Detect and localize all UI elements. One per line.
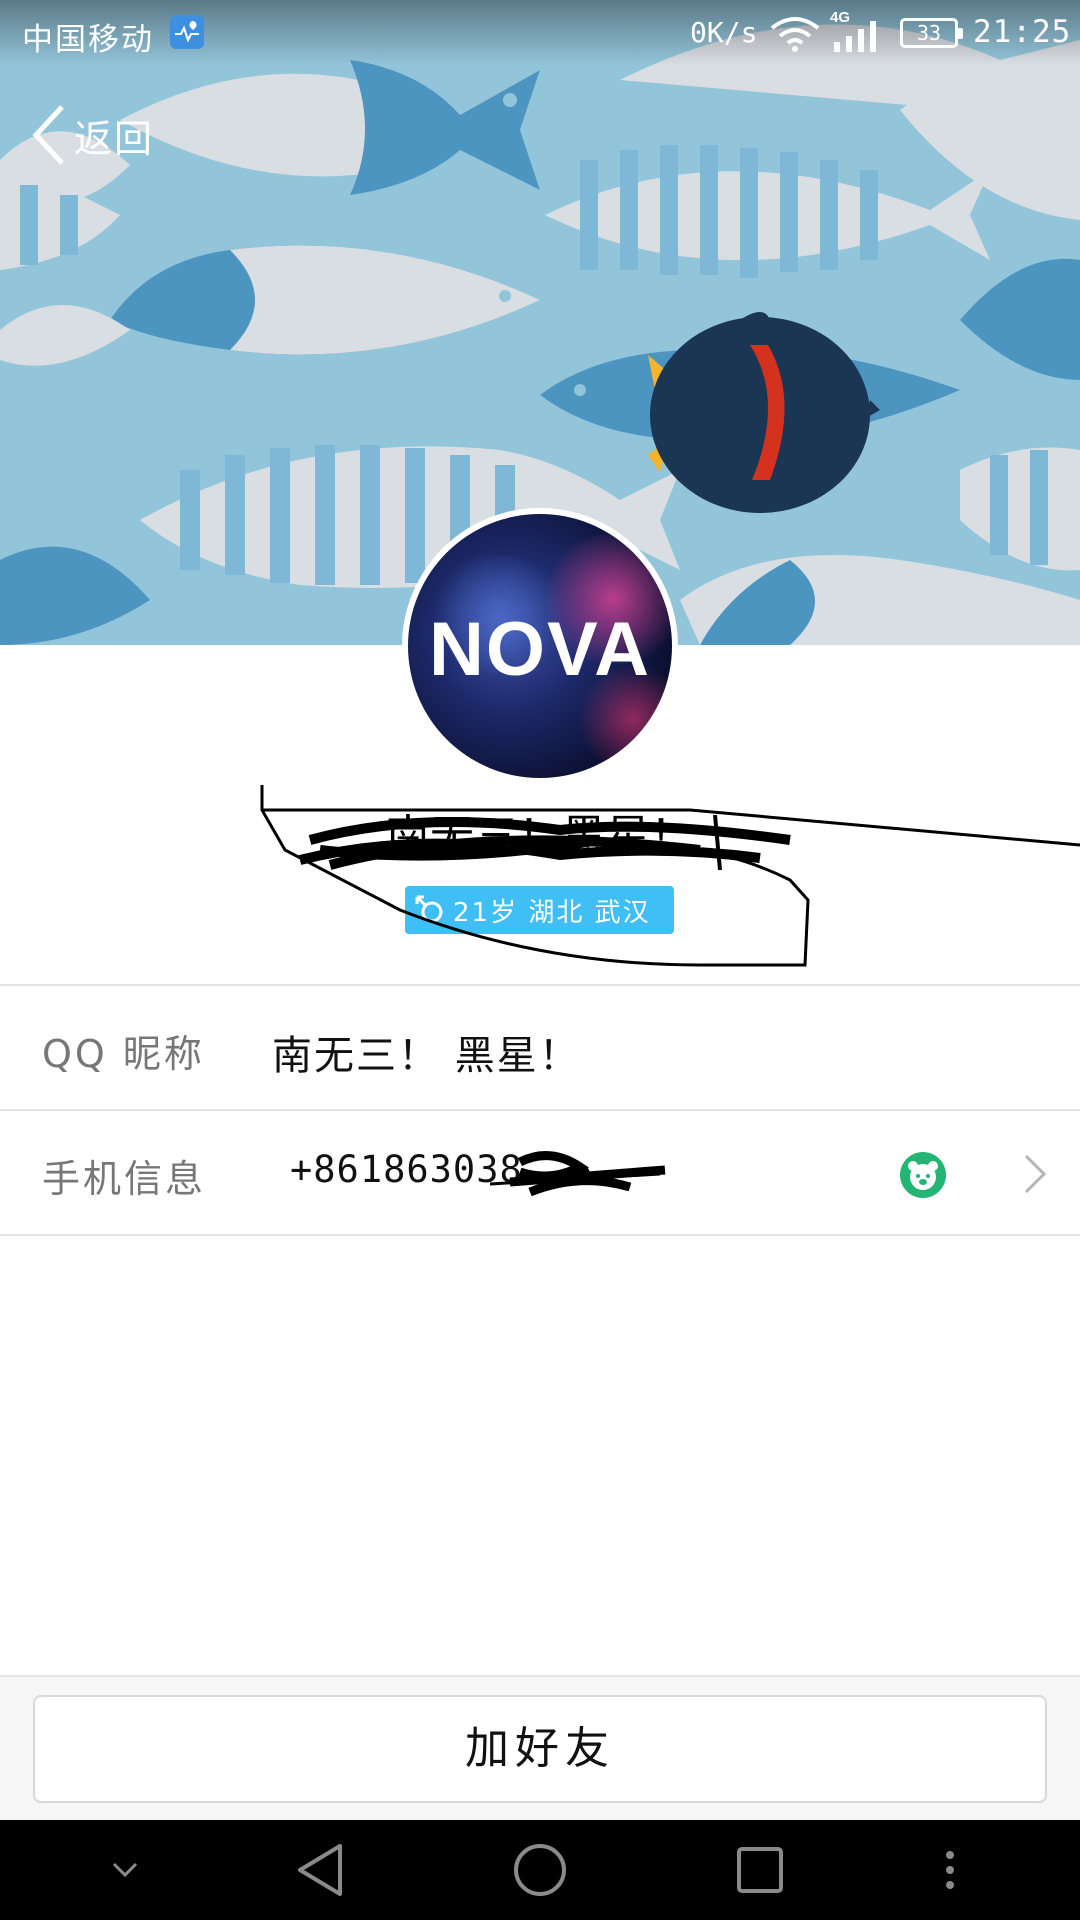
profile-screen: 中国移动 0K/s 4G 33 21:25 返回 NOVA 南无三！黑星！ 21… <box>0 0 1080 1920</box>
chevron-right-icon <box>1024 1154 1047 1194</box>
avatar[interactable]: NOVA <box>402 508 678 784</box>
gender-male-icon <box>415 895 443 923</box>
avatar-image: NOVA <box>408 514 672 778</box>
battery-level: 33 <box>916 21 942 45</box>
add-friend-button[interactable]: 加好友 <box>33 1695 1047 1803</box>
row-value-phone: +861863038 <box>290 1148 523 1191</box>
profile-info-tag: 21岁 湖北 武汉 <box>405 886 674 934</box>
nav-home-icon[interactable] <box>500 1820 580 1920</box>
network-speed: 0K/s <box>690 16 758 49</box>
divider <box>0 984 1080 986</box>
redaction-scribble <box>490 1151 666 1197</box>
nav-recents-icon[interactable] <box>720 1820 800 1920</box>
row-label-qq-nickname: QQ 昵称 <box>42 1032 205 1076</box>
qq-badge-icon[interactable] <box>900 1152 946 1198</box>
status-clock: 21:25 <box>973 14 1072 50</box>
nav-more-icon[interactable] <box>930 1820 970 1920</box>
network-type-label: 4G <box>830 9 850 26</box>
system-nav-bar <box>0 1820 1080 1920</box>
divider <box>0 1234 1080 1236</box>
row-label-phone: 手机信息 <box>42 1157 207 1201</box>
wifi-icon <box>768 16 822 60</box>
nav-back-icon[interactable] <box>280 1820 360 1920</box>
profile-age-location: 21岁 湖北 武汉 <box>453 897 651 928</box>
profile-nickname: 南无三！黑星！ <box>386 811 694 862</box>
carrier-name: 中国移动 <box>22 22 154 58</box>
back-button[interactable]: 返回 <box>28 100 154 170</box>
status-bar: 中国移动 0K/s 4G 33 21:25 <box>0 0 1080 66</box>
avatar-logo-text: NOVA <box>429 607 651 692</box>
back-chevron-icon <box>32 105 64 165</box>
bottom-action-bar: 加好友 <box>0 1675 1080 1820</box>
detail-row-phone[interactable]: 手机信息 +861863038 <box>0 1112 1080 1234</box>
divider <box>0 1109 1080 1111</box>
signal-icon: 4G <box>830 8 890 62</box>
detail-row-qq-nickname[interactable]: QQ 昵称 南无三！ 黑星！ <box>0 987 1080 1109</box>
nav-down-icon[interactable] <box>90 1820 160 1920</box>
health-app-icon <box>170 15 204 49</box>
battery-icon: 33 <box>900 18 963 48</box>
row-value-qq-nickname: 南无三！ 黑星！ <box>272 1033 581 1079</box>
back-label: 返回 <box>74 116 155 161</box>
